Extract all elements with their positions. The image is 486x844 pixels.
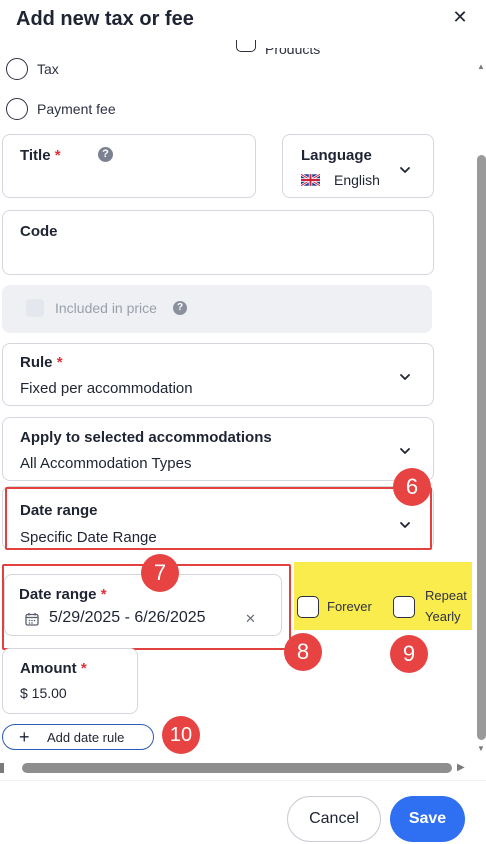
tax-radio[interactable] [6, 58, 28, 80]
products-checkbox[interactable] [236, 40, 256, 52]
included-in-price-label: Included in price [55, 300, 157, 316]
payment-fee-radio[interactable] [6, 98, 28, 120]
language-value: English [334, 172, 380, 188]
add-date-rule-button[interactable]: + Add date rule [2, 724, 154, 750]
accommodations-value: All Accommodation Types [20, 455, 192, 472]
accommodations-select[interactable]: Apply to selected accommodations All Acc… [2, 417, 434, 481]
horizontal-scrollbar-thumb[interactable] [22, 763, 452, 773]
help-icon[interactable]: ? [98, 147, 113, 162]
forever-checkbox[interactable] [297, 596, 319, 618]
amount-field[interactable]: Amount * $ 15.00 [2, 648, 138, 714]
rule-select[interactable]: Rule * Fixed per accommodation [2, 343, 434, 406]
title-field-label: Title * [20, 147, 61, 164]
save-button[interactable]: Save [390, 796, 465, 842]
close-icon[interactable]: ✕ [449, 6, 471, 28]
repeat-label-line2: Yearly [425, 609, 461, 624]
annotation-badge-8: 8 [284, 633, 322, 671]
title-field[interactable]: Title * ? [2, 134, 256, 198]
annotation-badge-7: 7 [141, 554, 179, 592]
repeat-label-line1: Repeat [425, 588, 467, 603]
uk-flag-icon [301, 174, 320, 186]
code-field[interactable]: Code [2, 210, 434, 275]
included-in-price-checkbox [26, 299, 44, 317]
scroll-right-arrow[interactable]: ▶ [457, 762, 465, 773]
scroll-left-arrow[interactable] [0, 763, 4, 773]
annotation-badge-6: 6 [393, 468, 431, 506]
plus-icon: + [19, 727, 30, 747]
scroll-down-arrow[interactable]: ▼ [477, 744, 485, 753]
form-scroll-area[interactable]: Products Tax Payment fee Title * ? Langu… [0, 40, 474, 760]
vertical-scrollbar-thumb[interactable] [477, 155, 486, 740]
dialog-title: Add new tax or fee [16, 8, 194, 30]
footer-divider [0, 780, 486, 781]
rule-label: Rule * [20, 354, 63, 371]
chevron-down-icon [400, 448, 410, 454]
accommodations-label: Apply to selected accommodations [20, 429, 272, 446]
add-date-rule-label: Add date rule [47, 730, 125, 745]
annotation-box-6 [5, 487, 432, 550]
language-label: Language [301, 147, 372, 164]
annotation-badge-10: 10 [162, 716, 200, 754]
payment-fee-label: Payment fee [37, 101, 116, 117]
rule-value: Fixed per accommodation [20, 380, 193, 397]
amount-label: Amount * [20, 660, 87, 677]
chevron-down-icon [400, 374, 410, 380]
forever-label: Forever [327, 599, 372, 614]
code-label: Code [20, 223, 58, 240]
included-in-price: Included in price ? [2, 285, 432, 333]
tax-label: Tax [37, 61, 59, 77]
amount-value: $ 15.00 [20, 685, 67, 701]
scroll-up-arrow[interactable]: ▲ [477, 62, 485, 71]
cancel-button[interactable]: Cancel [287, 796, 381, 842]
annotation-badge-9: 9 [390, 635, 428, 673]
chevron-down-icon [400, 167, 410, 173]
repeat-yearly-checkbox[interactable] [393, 596, 415, 618]
language-select[interactable]: Language English [282, 134, 434, 198]
products-label: Products [265, 48, 321, 57]
help-icon: ? [173, 301, 187, 315]
